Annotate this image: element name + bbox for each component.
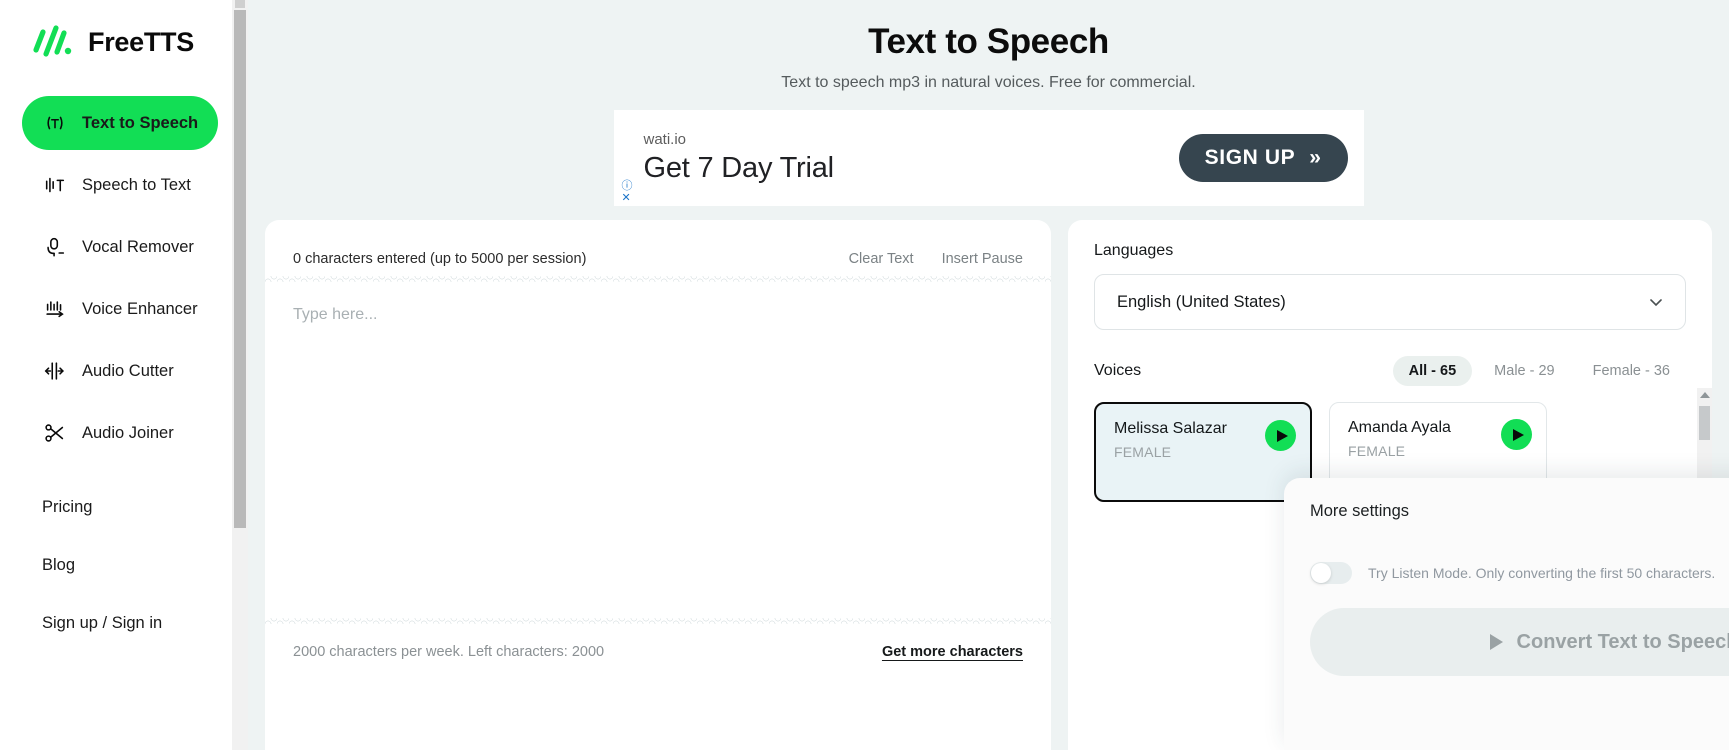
page-scrollbar[interactable] <box>232 0 248 750</box>
languages-label: Languages <box>1094 242 1174 259</box>
ad-wrapper: ⓘ ✕ wati.io Get 7 Day Trial SIGN UP » <box>248 110 1729 206</box>
toggle-knob <box>1311 563 1331 583</box>
sidebar-item-text-to-speech[interactable]: Text to Speech <box>22 96 218 150</box>
sidebar-link-signup-signin[interactable]: Sign up / Sign in <box>0 594 232 652</box>
listen-mode-toggle[interactable] <box>1310 562 1352 584</box>
voice-tab-all[interactable]: All - 65 <box>1392 356 1473 386</box>
quota-text: 2000 characters per week. Left character… <box>293 644 605 660</box>
page-title: Text to Speech <box>868 22 1109 61</box>
sidebar-item-vocal-remover[interactable]: Vocal Remover <box>22 220 214 274</box>
ad-text: wati.io Get 7 Day Trial <box>614 131 835 185</box>
chevron-down-icon <box>1649 295 1663 309</box>
listen-mode-row: Try Listen Mode. Only converting the fir… <box>1310 562 1729 584</box>
character-count: 0 characters entered (up to 5000 per ses… <box>293 251 587 267</box>
freetts-waveform-logo-icon <box>30 24 74 60</box>
sidebar-link-blog[interactable]: Blog <box>0 536 232 594</box>
main-content: Text to Speech Text to speech mp3 in nat… <box>232 0 1729 750</box>
ad-info-icon[interactable]: ⓘ <box>622 180 636 192</box>
get-more-characters-link[interactable]: Get more characters <box>882 644 1023 660</box>
editor-footer: 2000 characters per week. Left character… <box>265 624 1051 660</box>
text-input-area[interactable]: Type here... <box>265 282 1051 618</box>
voice-filter-tabs: All - 65 Male - 29 Female - 36 <box>1392 356 1686 386</box>
voice-gender: FEMALE <box>1114 444 1172 460</box>
sidebar-nav: Text to Speech Speech to Text Vocal Remo… <box>0 96 232 652</box>
ad-close-icon[interactable]: ✕ <box>622 192 636 204</box>
ad-banner[interactable]: ⓘ ✕ wati.io Get 7 Day Trial SIGN UP » <box>613 110 1364 206</box>
brand[interactable]: FreeTTS <box>0 0 232 60</box>
editor-actions: Clear Text Insert Pause <box>849 251 1023 267</box>
play-triangle-icon <box>1489 634 1503 650</box>
audio-cutter-icon <box>42 358 68 384</box>
voice-tab-female[interactable]: Female - 36 <box>1577 356 1686 386</box>
double-chevron-right-icon: » <box>1309 146 1322 169</box>
voice-gender: FEMALE <box>1348 443 1406 459</box>
audio-joiner-icon <box>42 420 68 446</box>
insert-pause-button[interactable]: Insert Pause <box>942 251 1023 267</box>
sidebar-item-label: Audio Cutter <box>82 361 174 380</box>
voice-card[interactable]: Melissa Salazar FEMALE <box>1094 402 1312 502</box>
voices-header: Voices All - 65 Male - 29 Female - 36 <box>1094 356 1686 386</box>
speech-to-text-icon <box>42 172 68 198</box>
play-icon[interactable] <box>1265 420 1296 451</box>
sidebar-item-audio-joiner[interactable]: Audio Joiner <box>22 406 214 460</box>
more-settings-title: More settings <box>1310 501 1410 520</box>
scroll-up-arrow-icon[interactable] <box>1700 392 1710 398</box>
more-settings-panel: More settings Try Listen Mode. Only conv… <box>1284 478 1729 750</box>
sidebar-item-audio-cutter[interactable]: Audio Cutter <box>22 344 214 398</box>
convert-text-to-speech-button[interactable]: Convert Text to Speech <box>1310 608 1729 676</box>
vocal-remover-icon <box>42 234 68 260</box>
listen-mode-label: Try Listen Mode. Only converting the fir… <box>1368 565 1716 581</box>
voice-tab-male[interactable]: Male - 29 <box>1478 356 1570 386</box>
page-scrollbar-thumb[interactable] <box>234 10 246 528</box>
language-selected-value: English (United States) <box>1117 292 1286 311</box>
text-input-placeholder: Type here... <box>293 306 378 323</box>
text-editor-card: 0 characters entered (up to 5000 per ses… <box>265 220 1051 750</box>
clear-text-button[interactable]: Clear Text <box>849 251 914 267</box>
brand-name: FreeTTS <box>88 26 194 57</box>
sidebar-item-label: Text to Speech <box>82 113 199 132</box>
voice-enhancer-icon <box>42 296 68 322</box>
sidebar-item-label: Audio Joiner <box>82 423 174 442</box>
voices-label: Voices <box>1094 362 1142 379</box>
sidebar-links: Pricing Blog Sign up / Sign in <box>0 478 232 652</box>
play-icon[interactable] <box>1501 419 1532 450</box>
convert-button-label: Convert Text to Speech <box>1516 630 1729 653</box>
sidebar-item-voice-enhancer[interactable]: Voice Enhancer <box>22 282 214 336</box>
sidebar-item-label: Vocal Remover <box>82 237 194 256</box>
language-select[interactable]: English (United States) <box>1094 274 1686 330</box>
editor-header: 0 characters entered (up to 5000 per ses… <box>265 220 1051 276</box>
sidebar: FreeTTS Text to Speech Speech to Text Vo… <box>0 0 232 750</box>
sidebar-item-label: Speech to Text <box>82 175 191 194</box>
text-to-speech-icon <box>42 110 68 136</box>
ad-cta-label: SIGN UP <box>1204 146 1296 169</box>
ad-headline: Get 7 Day Trial <box>643 152 835 184</box>
ad-domain: wati.io <box>643 131 687 148</box>
sidebar-item-speech-to-text[interactable]: Speech to Text <box>22 158 214 212</box>
scroll-up-arrow-icon[interactable] <box>235 0 245 8</box>
voice-list-scrollbar-thumb[interactable] <box>1699 406 1710 440</box>
sidebar-item-label: Voice Enhancer <box>82 299 198 318</box>
sidebar-link-pricing[interactable]: Pricing <box>0 478 232 536</box>
page-subtitle: Text to speech mp3 in natural voices. Fr… <box>781 74 1196 91</box>
more-settings-toggle[interactable]: More settings <box>1310 478 1729 544</box>
ad-badges: ⓘ ✕ <box>622 180 636 204</box>
app-root: FreeTTS Text to Speech Speech to Text Vo… <box>0 0 1729 750</box>
ad-signup-button[interactable]: SIGN UP » <box>1178 134 1348 182</box>
